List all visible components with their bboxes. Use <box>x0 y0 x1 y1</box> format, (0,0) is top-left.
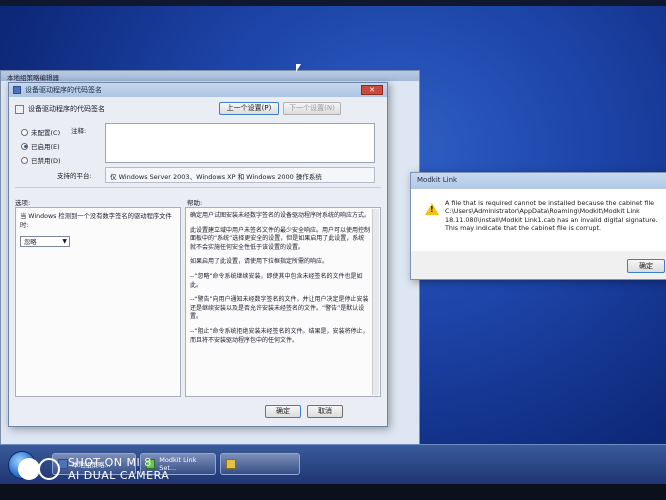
taskbar-item-window[interactable] <box>220 453 300 475</box>
radio-label: 已禁用(D) <box>31 157 61 165</box>
group-policy-editor-title: 本地组策略编辑器 <box>1 71 419 82</box>
help-paragraph: --“警告”向用户通知未经数字签名的文件，并让用户决定是停止安装还是继续安装以及… <box>190 296 369 321</box>
policy-setting-dialog: 设备驱动程序的代码签名 ✕ 设备驱动程序的代码签名 上一个设置(P) 下一个设置… <box>8 82 388 427</box>
modkit-error-message: A file that is required cannot be instal… <box>445 199 658 233</box>
window-icon <box>226 459 236 469</box>
mouse-cursor-icon <box>296 64 301 72</box>
help-paragraph: 此设置建立域中用户未签名文件的最少安全响应。用户可以使用控制面板中的“系统”选择… <box>190 226 371 251</box>
comment-label: 注释: <box>71 127 87 135</box>
platform-label: 支持的平台: <box>57 172 92 180</box>
watermark-logo-icon <box>18 458 60 480</box>
divider <box>15 187 381 188</box>
option-description: 当 Windows 检测到一个没有数字签名的驱动程序文件时: <box>20 213 172 229</box>
radio-enabled[interactable]: 已启用(E) <box>21 141 60 151</box>
camera-watermark: SHOT ON MI 8 AI DUAL CAMERA <box>18 456 169 482</box>
warning-icon: ! <box>425 203 439 215</box>
help-paragraph: 确定用户试图安装未经数字签名的设备驱动程序时系统的响应方式。 <box>190 212 371 219</box>
dialog-titlebar: 设备驱动程序的代码签名 ✕ <box>9 83 387 97</box>
policy-name: 设备驱动程序的代码签名 <box>28 105 105 113</box>
help-paragraph: --“阻止”命令系统拒绝安装未经签名的文件。结果是，安装将停止，而且将不安装驱动… <box>190 327 369 344</box>
policy-icon <box>13 86 21 94</box>
photo-bottom-edge <box>0 484 666 500</box>
help-paragraph: --“忽略”命令系统继续安装，即使其中包含未经签名的文件也是如此。 <box>190 272 363 289</box>
modkit-ok-button[interactable]: 确定 <box>627 259 665 273</box>
options-pane: 当 Windows 检测到一个没有数字签名的驱动程序文件时: 忽略 ▼ <box>15 207 181 397</box>
modkit-dialog-body: ! A file that is required cannot be inst… <box>411 189 666 251</box>
radio-disabled[interactable]: 已禁用(D) <box>21 155 61 165</box>
options-label: 选项: <box>15 199 31 207</box>
close-icon[interactable]: ✕ <box>361 85 383 95</box>
chevron-down-icon: ▼ <box>62 238 67 245</box>
response-dropdown[interactable]: 忽略 ▼ <box>20 236 70 247</box>
dropdown-value: 忽略 <box>24 239 37 246</box>
dialog-title: 设备驱动程序的代码签名 <box>25 86 102 94</box>
help-label: 帮助: <box>187 199 203 207</box>
platform-value: 仅 Windows Server 2003、Windows XP 和 Windo… <box>105 167 375 183</box>
modkit-error-dialog: Modkit Link ! A file that is required ca… <box>410 172 666 280</box>
help-paragraph: 如果启用了此设置，请使用下拉框指定所需的响应。 <box>190 258 329 266</box>
radio-circle[interactable] <box>21 128 28 136</box>
watermark-line-1: SHOT ON MI 8 <box>68 456 152 469</box>
setting-icon <box>15 104 24 114</box>
comment-textarea[interactable] <box>105 123 375 163</box>
radio-circle[interactable] <box>21 156 28 164</box>
help-pane: 确定用户试图安装未经数字签名的设备驱动程序时系统的响应方式。 此设置建立域中用户… <box>185 207 381 397</box>
radio-circle[interactable] <box>21 142 28 150</box>
ok-button[interactable]: 确定 <box>265 405 301 418</box>
watermark-line-2: AI DUAL CAMERA <box>68 469 170 482</box>
help-scrollbar[interactable] <box>372 209 379 395</box>
previous-setting-button[interactable]: 上一个设置(P) <box>219 102 279 115</box>
next-setting-button[interactable]: 下一个设置(N) <box>283 102 341 115</box>
cancel-button[interactable]: 取消 <box>307 405 343 418</box>
radio-not-configured[interactable]: 未配置(C) <box>21 127 60 137</box>
photo-top-edge <box>0 0 666 6</box>
modkit-dialog-title: Modkit Link <box>411 173 666 189</box>
radio-label: 已启用(E) <box>31 143 60 151</box>
radio-label: 未配置(C) <box>31 129 61 137</box>
